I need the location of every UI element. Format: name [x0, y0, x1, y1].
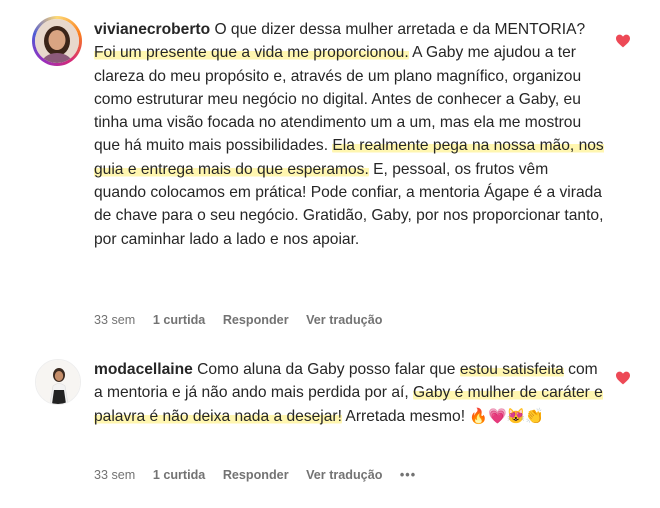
reply-button[interactable]: Responder [223, 313, 289, 327]
comment-text: vivianecroberto O que dizer dessa mulher… [94, 18, 604, 251]
translate-button[interactable]: Ver tradução [306, 313, 382, 327]
reply-button[interactable]: Responder [223, 468, 289, 482]
comment-segment: Arretada mesmo! [341, 407, 470, 425]
highlighted-segment: estou satisfeita [459, 361, 564, 378]
comment-username[interactable]: modacellaine [94, 361, 193, 378]
comment-segment: Como aluna da Gaby posso falar que [192, 361, 460, 378]
comment-actions: 33 sem 1 curtida Responder Ver tradução … [94, 468, 430, 482]
pink-heart-emoji: 💗 [488, 407, 507, 425]
fire-emoji: 🔥 [469, 407, 489, 425]
comment-username[interactable]: vivianecroberto [94, 21, 210, 38]
comment-time[interactable]: 33 sem [94, 468, 135, 482]
avatar[interactable] [35, 19, 79, 63]
more-options-icon[interactable]: ••• [400, 468, 416, 482]
likes-count[interactable]: 1 curtida [153, 313, 206, 327]
comment-actions: 33 sem 1 curtida Responder Ver tradução [94, 313, 396, 327]
comment-segment: O que dizer dessa mulher arretada e da M… [210, 21, 586, 38]
heart-icon[interactable] [615, 371, 631, 385]
comment-text: modacellaine Como aluna da Gaby posso fa… [94, 358, 604, 428]
translate-button[interactable]: Ver tradução [306, 468, 382, 482]
avatar[interactable] [35, 359, 81, 405]
highlighted-segment: Foi um presente que a vida me proporcion… [94, 44, 409, 62]
likes-count[interactable]: 1 curtida [153, 468, 206, 482]
clapping-hands-emoji: 👏 [525, 407, 545, 425]
heart-icon[interactable] [615, 34, 631, 48]
avatar-photo [36, 360, 80, 404]
avatar-photo [35, 19, 79, 63]
comment-time[interactable]: 33 sem [94, 313, 135, 327]
heart-eyes-cat-emoji: 😻 [506, 407, 526, 425]
story-ring[interactable] [32, 16, 82, 66]
